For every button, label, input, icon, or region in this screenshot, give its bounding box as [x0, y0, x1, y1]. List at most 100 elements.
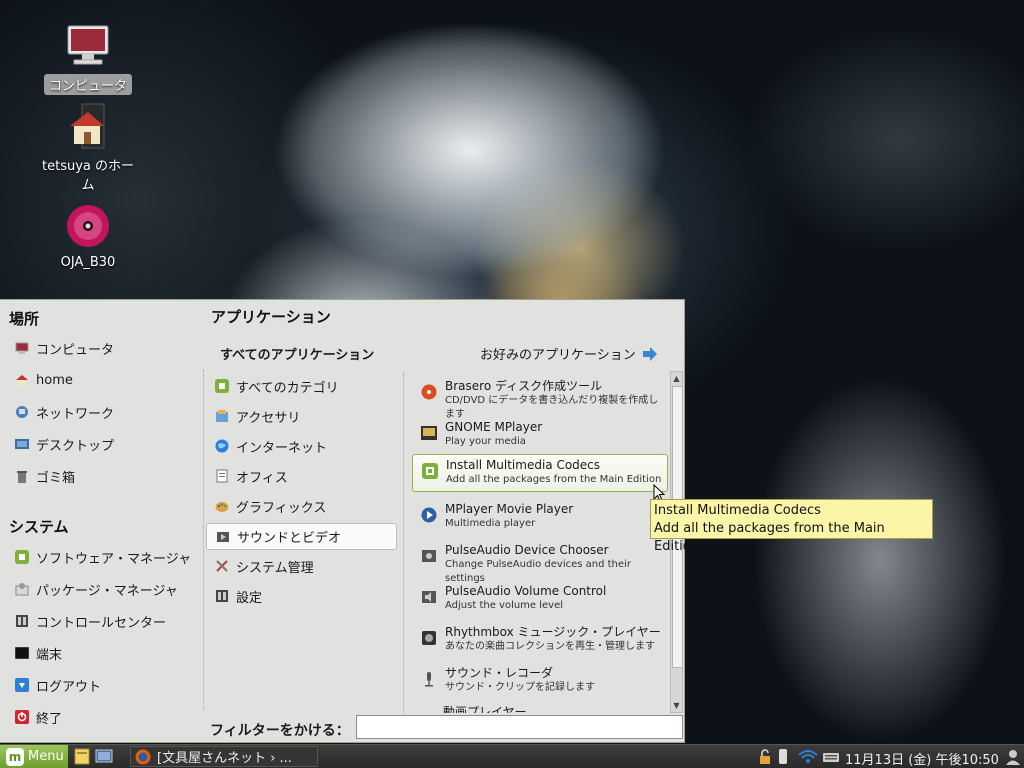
system-label: パッケージ・マネージャ [36, 583, 178, 599]
globe-icon [214, 438, 230, 454]
tooltip-title: Install Multimedia Codecs [654, 503, 821, 518]
system-label: 端末 [36, 647, 63, 663]
place-label: ネットワーク [36, 406, 115, 422]
computer-icon [14, 340, 30, 356]
software-manager-icon [14, 549, 30, 565]
app-pulseaudio-volume-control[interactable]: PulseAudio Volume Control Adjust the volu… [412, 581, 668, 619]
place-label: home [36, 372, 73, 388]
home-icon [14, 372, 30, 388]
category-sound-video[interactable]: サウンドとビデオ [206, 523, 397, 550]
category-label: サウンドとビデオ [237, 531, 342, 546]
app-description: Multimedia player [445, 518, 536, 529]
category-system-admin[interactable]: システム管理 [214, 554, 394, 578]
filter-label: フィルターをかける： [210, 723, 350, 739]
app-rhythmbox[interactable]: Rhythmbox ミュージック・プレイヤー あなたの楽曲コレクションを再生・管理… [412, 622, 668, 660]
desktop-icon-computer[interactable]: コンピュータ [33, 22, 143, 95]
filter-input[interactable] [356, 715, 683, 739]
system-title: システム [9, 518, 69, 536]
desktop-icon-disc[interactable]: OJA_B30 [33, 202, 143, 271]
system-label: コントロールセンター [36, 615, 167, 631]
place-home[interactable]: home [14, 368, 73, 392]
category-graphics[interactable]: グラフィックス [214, 494, 394, 518]
taskbar-window-button[interactable]: [文具屋さんネット › ... [130, 746, 318, 767]
category-settings[interactable]: 設定 [214, 584, 394, 608]
app-name: サウンド・レコーダ [445, 666, 554, 680]
scroll-down-arrow-icon[interactable]: ▼ [671, 699, 682, 712]
app-name: MPlayer Movie Player [445, 502, 574, 516]
column-divider [203, 370, 204, 710]
tooltip: Install Multimedia Codecs Add all the pa… [650, 499, 933, 554]
desktop-icon-label: OJA_B30 [60, 255, 116, 270]
category-accessories[interactable]: アクセサリ [214, 404, 394, 428]
place-trash[interactable]: ゴミ箱 [14, 464, 75, 488]
system-label: 終了 [36, 711, 63, 727]
removable-drive-icon[interactable] [777, 748, 789, 766]
place-label: ゴミ箱 [36, 470, 76, 486]
app-video-player[interactable]: 動画プレイヤー [412, 705, 668, 713]
brasero-icon [420, 383, 438, 401]
category-label: オフィス [236, 470, 288, 486]
home-folder-icon [70, 103, 105, 149]
terminal-icon [14, 645, 30, 661]
desktop-icon [14, 436, 30, 452]
system-control-center[interactable]: コントロールセンター [14, 609, 166, 633]
place-desktop[interactable]: デスクトップ [14, 432, 114, 456]
system-package-manager[interactable]: パッケージ・マネージャ [14, 577, 178, 601]
show-desktop-icon[interactable] [95, 748, 113, 765]
app-mplayer-movie-player[interactable]: MPlayer Movie Player Multimedia player [412, 499, 668, 537]
system-logout[interactable]: ログアウト [14, 673, 101, 697]
category-label: 設定 [236, 590, 263, 606]
system-terminal[interactable]: 端末 [14, 641, 62, 665]
microphone-icon [420, 670, 438, 688]
mplayer-icon [420, 424, 438, 442]
favorites-button[interactable]: お好みのアプリケーション [480, 344, 658, 363]
place-network[interactable]: ネットワーク [14, 400, 114, 424]
desktop-icon-label: tetsuya のホーム [42, 159, 134, 193]
app-gnome-mplayer[interactable]: GNOME MPlayer Play your media [412, 417, 668, 455]
computer-icon [67, 25, 109, 65]
app-name: Brasero ディスク作成ツール [445, 379, 603, 393]
all-applications-label: すべてのアプリケーション [220, 348, 375, 363]
category-all[interactable]: すべてのカテゴリ [214, 374, 394, 398]
system-shutdown[interactable]: 終了 [14, 705, 62, 729]
menu-button[interactable]: m Menu [0, 745, 68, 768]
office-icon [214, 468, 230, 484]
multimedia-icon [215, 529, 231, 545]
category-label: システム管理 [236, 560, 314, 576]
app-name: PulseAudio Volume Control [445, 584, 607, 598]
control-center-icon [14, 613, 30, 629]
category-internet[interactable]: インターネット [214, 434, 394, 458]
app-brasero[interactable]: Brasero ディスク作成ツール CD/DVD にデータを書き込んだり複製を作成… [412, 376, 668, 420]
taskbar: m Menu [文具屋さんネット › ... 11月13日 (金) 午後10:5… [0, 744, 1024, 768]
desktop-icon-home[interactable]: tetsuya のホーム [33, 102, 143, 194]
system-software-manager[interactable]: ソフトウェア・マネージャ [14, 545, 191, 569]
volume-icon [420, 588, 438, 606]
menu-button-label: Menu [28, 749, 64, 764]
app-description: Add all the packages from the Main Editi… [446, 474, 662, 485]
settings-icon [214, 588, 230, 604]
place-computer[interactable]: コンピュータ [14, 336, 114, 360]
network-wireless-icon[interactable] [798, 748, 818, 766]
arrow-right-icon [642, 346, 657, 361]
app-description: サウンド・クリップを記録します [445, 682, 595, 693]
media-player-icon [420, 506, 438, 524]
user-icon[interactable] [1004, 748, 1022, 766]
network-icon [14, 404, 30, 420]
desktop-icon-label: コンピュータ [43, 74, 132, 95]
mint-logo-icon: m [6, 747, 24, 766]
audio-device-icon [420, 547, 438, 565]
system-label: ログアウト [36, 679, 102, 695]
files-launcher-icon[interactable] [73, 748, 91, 765]
places-title: 場所 [9, 310, 40, 328]
app-pulseaudio-device-chooser[interactable]: PulseAudio Device Chooser Change PulseAud… [412, 540, 668, 584]
app-sound-recorder[interactable]: サウンド・レコーダサウンド・クリップを記録します [412, 663, 668, 701]
rhythmbox-icon [420, 629, 438, 647]
category-label: グラフィックス [236, 500, 327, 516]
lock-icon[interactable] [757, 748, 773, 766]
keyboard-icon[interactable] [822, 748, 840, 766]
scroll-up-arrow-icon[interactable]: ▲ [671, 372, 682, 385]
clock[interactable]: 11月13日 (金) 午後10:50 [845, 749, 999, 768]
app-install-codecs[interactable]: Install Multimedia Codecs Add all the pac… [412, 454, 668, 492]
favorites-label: お好みのアプリケーション [480, 348, 636, 363]
category-office[interactable]: オフィス [214, 464, 394, 488]
